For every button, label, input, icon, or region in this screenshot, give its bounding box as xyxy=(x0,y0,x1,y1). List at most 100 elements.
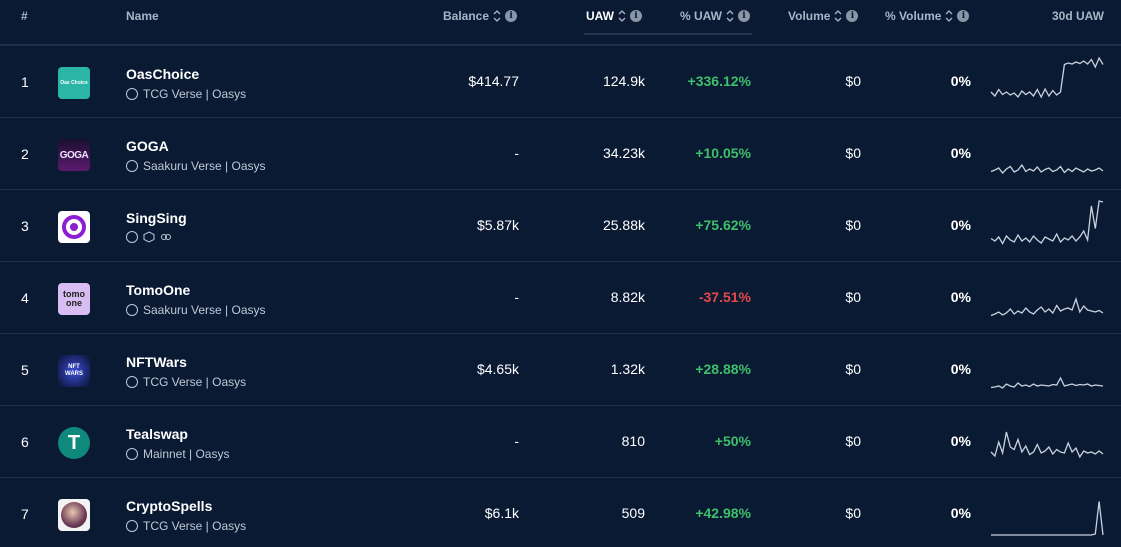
header-uaw[interactable]: UAW i xyxy=(586,9,642,23)
header-name[interactable]: Name xyxy=(126,9,159,23)
volume-value: $0 xyxy=(845,145,861,161)
volume-value: $0 xyxy=(845,217,861,233)
header-volume-label: Volume xyxy=(788,9,831,23)
table-row[interactable]: 5 NFT WARS NFTWars TCG Verse | Oasys $4.… xyxy=(0,333,1121,405)
info-icon[interactable]: i xyxy=(630,10,642,22)
balance-value: - xyxy=(514,145,519,161)
header-divider xyxy=(584,33,752,35)
project-logo[interactable]: NFT WARS xyxy=(58,355,90,387)
pct-uaw-value: +10.05% xyxy=(695,145,751,161)
table-row[interactable]: 4 tomo one TomoOne Saakuru Verse | Oasys… xyxy=(0,261,1121,333)
header-30d-uaw: 30d UAW xyxy=(1052,9,1104,23)
uaw-value: 509 xyxy=(621,505,645,521)
volume-value: $0 xyxy=(845,433,861,449)
project-name[interactable]: GOGA xyxy=(126,138,169,154)
project-logo[interactable]: T xyxy=(58,427,90,459)
header-pct-volume[interactable]: % Volume i xyxy=(885,9,970,23)
logo-text: tomo one xyxy=(63,289,85,308)
project-logo[interactable]: tomo one xyxy=(58,283,90,315)
uaw-value: 1.32k xyxy=(610,361,645,377)
sort-icon[interactable] xyxy=(834,10,842,22)
table-row[interactable]: 3 SingSing $5.87k 25.88k +75.62% $0 0% xyxy=(0,189,1121,261)
volume-value: $0 xyxy=(845,289,861,305)
sort-icon[interactable] xyxy=(618,10,626,22)
logo-text: NFT WARS xyxy=(65,364,83,377)
header-balance[interactable]: Balance i xyxy=(443,9,518,23)
pct-volume-value: 0% xyxy=(950,73,971,89)
chain-label: TCG Verse | Oasys xyxy=(143,87,247,101)
uaw-value: 810 xyxy=(621,433,645,449)
chain-info: TCG Verse | Oasys xyxy=(126,87,246,101)
chain-icon xyxy=(126,448,138,460)
table-row[interactable]: 6 T Tealswap Mainnet | Oasys - 810 +50% … xyxy=(0,405,1121,477)
sparkline-30d-uaw xyxy=(990,296,1104,317)
rank: 3 xyxy=(21,218,29,234)
balance-value: - xyxy=(514,433,519,449)
project-name[interactable]: SingSing xyxy=(126,210,187,226)
info-icon[interactable]: i xyxy=(957,10,970,22)
rank: 4 xyxy=(21,290,29,306)
header-rank: # xyxy=(21,9,28,23)
chain-label: TCG Verse | Oasys xyxy=(143,375,247,389)
uaw-value: 8.82k xyxy=(610,289,645,305)
project-logo[interactable] xyxy=(58,211,90,243)
project-name[interactable]: TomoOne xyxy=(126,282,190,298)
uaw-value: 25.88k xyxy=(602,217,645,233)
header-volume[interactable]: Volume i xyxy=(788,9,859,23)
sparkline-path xyxy=(990,200,1104,245)
project-name[interactable]: Tealswap xyxy=(126,426,188,442)
chain-icon xyxy=(126,304,138,316)
project-name[interactable]: OasChoice xyxy=(126,66,199,82)
rank: 2 xyxy=(21,146,29,162)
chain-icon xyxy=(126,520,138,532)
sort-icon[interactable] xyxy=(945,10,953,22)
project-logo[interactable]: GOGA xyxy=(58,139,90,171)
info-icon[interactable]: i xyxy=(738,10,750,22)
table-row[interactable]: 2 GOGA GOGA Saakuru Verse | Oasys - 34.2… xyxy=(0,117,1121,189)
table-header: # Name Balance i UAW i % UAW i Volume i … xyxy=(0,0,1121,35)
sparkline-30d-uaw xyxy=(990,56,1104,99)
info-icon[interactable]: i xyxy=(505,10,518,22)
balance-value: $6.1k xyxy=(484,505,519,521)
project-name[interactable]: NFTWars xyxy=(126,354,187,370)
rank: 5 xyxy=(21,362,29,378)
pct-uaw-value: +28.88% xyxy=(695,361,751,377)
header-balance-label: Balance xyxy=(443,9,490,23)
pct-uaw-value: +42.98% xyxy=(695,505,751,521)
sparkline-30d-uaw xyxy=(990,431,1104,459)
cube-icon xyxy=(143,231,155,243)
sparkline-path xyxy=(991,501,1104,536)
chain-info: Saakuru Verse | Oasys xyxy=(126,159,266,173)
chain-label: Saakuru Verse | Oasys xyxy=(143,159,266,173)
pct-volume-value: 0% xyxy=(950,433,971,449)
header-rank-label: # xyxy=(21,9,28,23)
pct-uaw-value: +75.62% xyxy=(695,217,751,233)
info-icon[interactable]: i xyxy=(846,10,859,22)
uaw-value: 34.23k xyxy=(602,145,645,161)
header-name-label: Name xyxy=(126,9,159,23)
table-row[interactable]: 1 Oas Choice OasChoice TCG Verse | Oasys… xyxy=(0,45,1121,117)
project-logo[interactable] xyxy=(58,499,90,531)
project-logo[interactable]: Oas Choice xyxy=(58,67,90,99)
sort-icon[interactable] xyxy=(726,10,734,22)
volume-value: $0 xyxy=(845,361,861,377)
chain-info: Saakuru Verse | Oasys xyxy=(126,303,266,317)
sparkline-30d-uaw xyxy=(990,163,1104,174)
volume-value: $0 xyxy=(845,73,861,89)
chain-info: TCG Verse | Oasys xyxy=(126,519,246,533)
pct-volume-value: 0% xyxy=(950,505,971,521)
rank: 7 xyxy=(21,506,29,522)
header-pct-uaw[interactable]: % UAW i xyxy=(680,9,750,23)
link-icon xyxy=(161,234,171,240)
chain-info: Mainnet | Oasys xyxy=(126,447,229,461)
table-row[interactable]: 7 CryptoSpells TCG Verse | Oasys $6.1k 5… xyxy=(0,477,1121,547)
pct-volume-value: 0% xyxy=(950,145,971,161)
header-pct-volume-label: % Volume xyxy=(885,9,942,23)
chain-label: Saakuru Verse | Oasys xyxy=(143,303,266,317)
sort-icon[interactable] xyxy=(493,10,501,22)
chain-label: Mainnet | Oasys xyxy=(143,447,230,461)
header-uaw-label: UAW xyxy=(586,9,614,23)
project-name[interactable]: CryptoSpells xyxy=(126,498,212,514)
sparkline-30d-uaw xyxy=(991,501,1104,536)
rank: 6 xyxy=(21,434,29,450)
